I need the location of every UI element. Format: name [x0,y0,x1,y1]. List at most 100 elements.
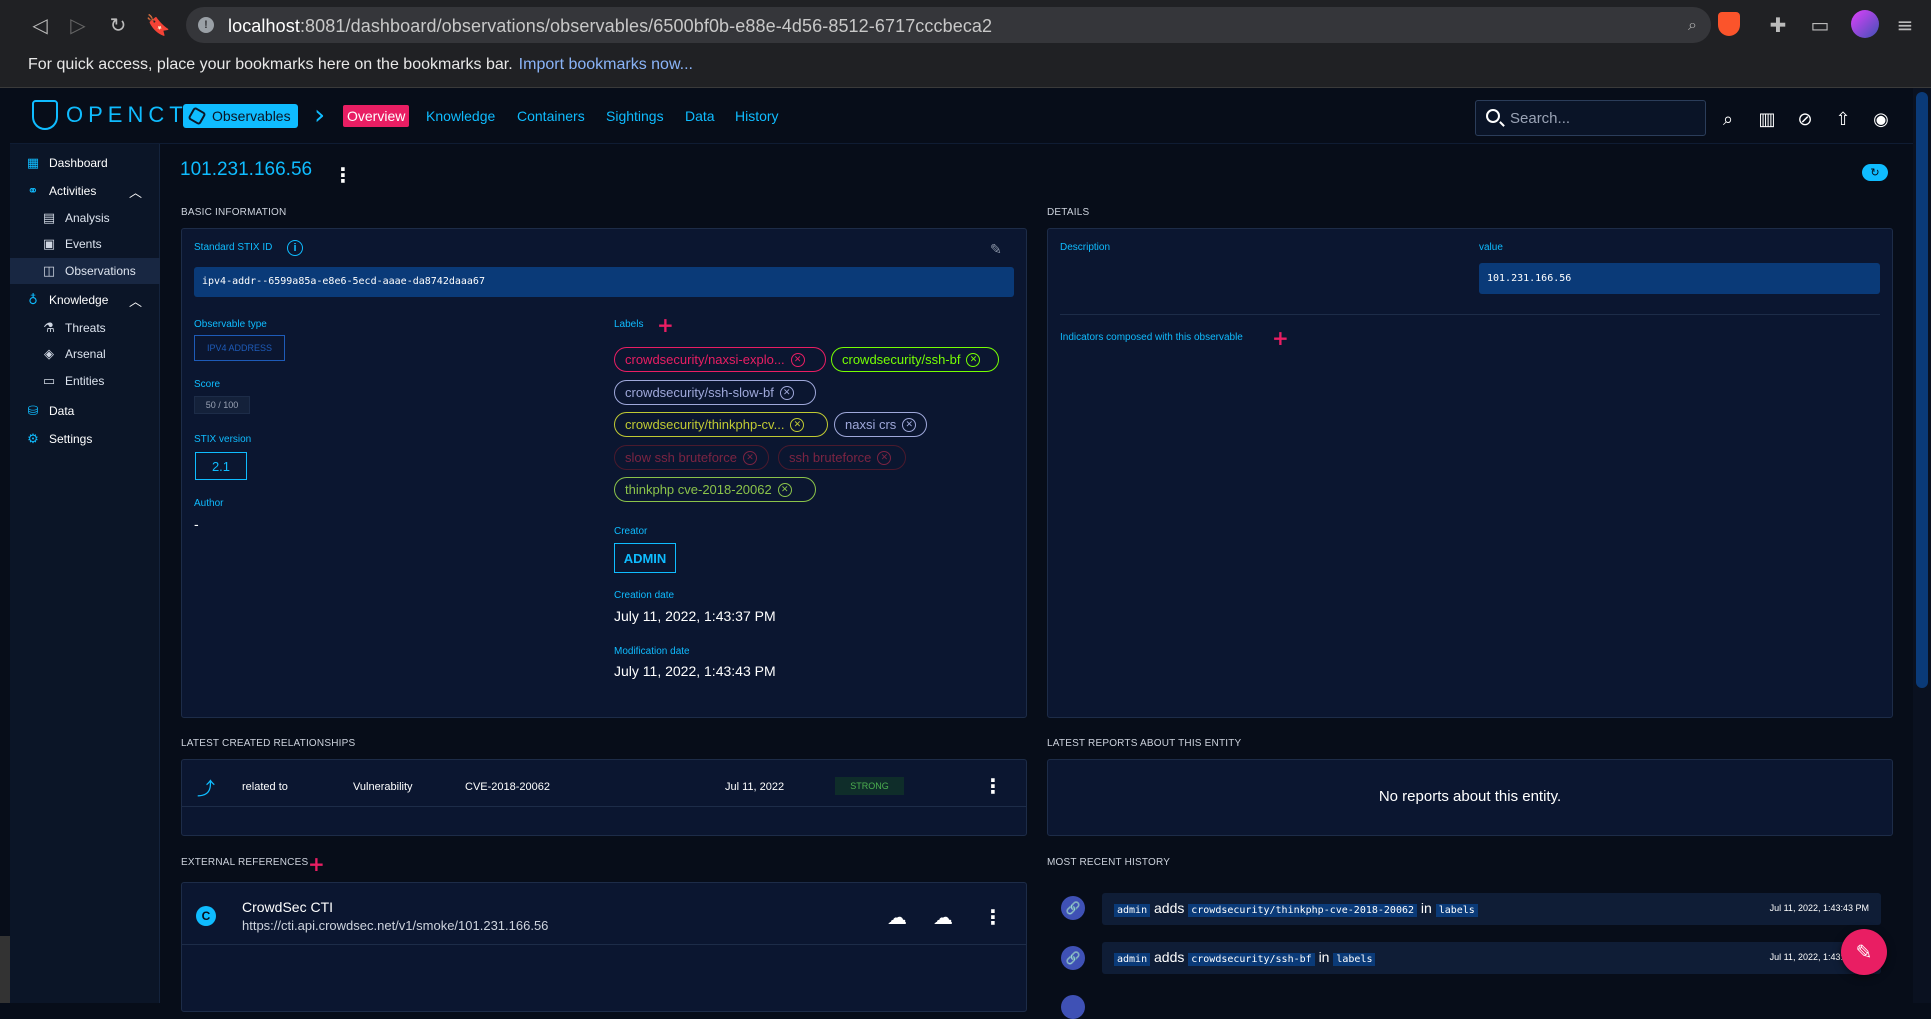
label-chip[interactable]: crowdsecurity/naxsi-explo... ✕ [614,347,826,372]
labels-label: Labels [614,319,644,330]
label-text: crowdsecurity/naxsi-explo... [625,352,785,367]
edit-pencil-icon[interactable]: ✎ [990,242,1002,258]
tab-data[interactable]: Data [685,105,715,127]
tab-knowledge[interactable]: Knowledge [426,105,495,127]
label-chip[interactable]: crowdsecurity/ssh-slow-bf ✕ [614,380,816,405]
search-advanced-icon[interactable]: ⌕ [1717,108,1739,130]
more-vert-icon[interactable]: ⋮ [983,774,1003,798]
sidebar-item-dashboard[interactable]: ▦ Dashboard [10,150,160,176]
history-value: crowdsecurity/ssh-bf [1188,953,1315,966]
sidebar-item-label: Observations [65,264,136,278]
history-text: admin adds crowdsecurity/ssh-bf in label… [1114,949,1376,966]
creator-chip[interactable]: ADMIN [614,543,676,573]
author-value: - [194,516,199,532]
threats-icon: ⚗ [43,320,55,336]
no-reports-text: No reports about this entity. [1378,788,1562,805]
relationship-entity-name[interactable]: CVE-2018-20062 [465,781,550,793]
extensions-icon[interactable]: ✚ [1766,13,1790,37]
search-icon [1486,109,1500,123]
search-placeholder: Search... [1510,110,1571,127]
sidebar-item-label: Knowledge [49,293,109,307]
remove-label-icon[interactable]: ✕ [790,352,805,367]
relationship-date: Jul 11, 2022 [725,781,785,793]
forward-icon[interactable]: ▷ [66,13,90,37]
bookmark-icon[interactable]: 🔖 [146,13,171,37]
tab-sightings[interactable]: Sightings [606,105,664,127]
remove-label-icon[interactable]: ✕ [743,450,757,465]
remove-label-icon[interactable]: ✕ [877,450,892,465]
brave-shield-icon[interactable] [1718,12,1740,36]
sidebar-item-label: Analysis [65,211,110,225]
label-chip[interactable]: crowdsecurity/thinkphp-cv... ✕ [614,412,828,437]
sidebar-item-events[interactable]: ▣ Events [10,231,160,257]
back-icon[interactable]: ◁ [28,13,52,37]
label-text: ssh bruteforce [789,450,872,465]
label-chip[interactable]: naxsi crs ✕ [834,412,927,437]
link-icon: 🔗 [1061,896,1085,920]
sidebar-item-analysis[interactable]: ▤ Analysis [10,205,160,231]
account-icon[interactable]: ◉ [1870,108,1892,130]
more-vert-icon[interactable]: ⋮ [333,163,353,187]
left-scrollbar[interactable] [0,936,10,1003]
sidebar-item-arsenal[interactable]: ◈ Arsenal [10,341,160,367]
dashboard-chart-icon[interactable]: ▥ [1756,108,1778,130]
chevron-up-icon[interactable]: ︿ [129,182,142,201]
remove-label-icon[interactable]: ✕ [790,417,805,432]
cloud-refresh-icon[interactable]: ☁ [933,905,953,929]
label-chip[interactable]: ssh bruteforce ✕ [778,445,906,470]
relationships-panel [181,759,1027,836]
tab-history[interactable]: History [735,105,779,127]
label-chip[interactable]: crowdsecurity/ssh-bf ✕ [831,347,999,372]
sidebar-item-data[interactable]: ⛁ Data [10,398,160,424]
history-row: admin adds crowdsecurity/ssh-bf in label… [1102,942,1881,974]
scrollbar-thumb[interactable] [1916,92,1928,688]
reload-icon[interactable]: ↻ [106,13,130,37]
zoom-icon[interactable]: ⌕ [1688,15,1697,35]
address-bar[interactable]: ! localhost:8081/dashboard/observations/… [186,7,1711,43]
events-icon: ▣ [42,236,56,252]
add-label-icon[interactable]: + [657,313,674,337]
edit-fab-button[interactable]: ✎ [1841,929,1887,975]
app-topbar: OPENCTI Observables › Overview Knowledge… [10,88,1916,144]
import-bookmarks-link[interactable]: Import bookmarks now... [519,56,693,73]
cloud-refresh-icon[interactable]: ↻ [1862,164,1888,181]
sidebar-item-observations[interactable]: ◫ Observations [10,258,160,284]
sidebar-item-activities[interactable]: ⚭ Activities ︿ [10,178,160,204]
history-prep: in [1420,900,1432,916]
observables-breadcrumb[interactable]: Observables [183,104,298,128]
site-info-icon[interactable]: ! [198,17,214,33]
external-ref-name[interactable]: CrowdSec CTI [242,899,333,915]
sidebar-item-settings[interactable]: ⚙ Settings [10,426,160,452]
bookmarks-prompt: For quick access, place your bookmarks h… [28,56,693,73]
analysis-icon: ▤ [42,210,56,226]
info-icon[interactable]: i [287,240,303,256]
more-vert-icon[interactable]: ⋮ [983,905,1003,929]
wallet-icon[interactable]: ▭ [1808,13,1832,37]
menu-icon[interactable]: ≡ [1893,13,1917,37]
tab-overview[interactable]: Overview [343,105,410,127]
divider [182,944,1026,945]
upload-icon[interactable]: ⇧ [1832,108,1854,130]
cloud-upload-icon[interactable]: ☁ [887,905,907,929]
remove-label-icon[interactable]: ✕ [777,482,792,497]
profile-avatar[interactable] [1851,10,1879,38]
sidebar-item-label: Entities [65,374,105,388]
search-input[interactable]: Search... [1475,100,1706,136]
opencti-logo[interactable]: OPENCTI [32,100,199,130]
tab-containers[interactable]: Containers [517,105,585,127]
history-user: admin [1114,904,1151,917]
remove-label-icon[interactable]: ✕ [902,417,917,432]
sidebar-item-entities[interactable]: ▭ Entities [10,368,160,394]
add-indicator-icon[interactable]: + [1272,326,1289,350]
confidence-chip: STRONG [835,777,904,795]
remove-label-icon[interactable]: ✕ [779,385,794,400]
remove-label-icon[interactable]: ✕ [966,352,981,367]
sidebar-item-threats[interactable]: ⚗ Threats [10,315,160,341]
label-chip[interactable]: slow ssh bruteforce ✕ [614,445,769,470]
label-chip[interactable]: thinkphp cve-2018-20062 ✕ [614,477,816,502]
chevron-up-icon[interactable]: ︿ [129,291,142,310]
external-ref-url[interactable]: https://cti.api.crowdsec.net/v1/smoke/10… [242,918,548,933]
sidebar-item-knowledge[interactable]: ♁ Knowledge ︿ [10,287,160,313]
add-external-ref-icon[interactable]: + [308,852,325,876]
explore-icon[interactable]: ⊘ [1794,108,1816,130]
